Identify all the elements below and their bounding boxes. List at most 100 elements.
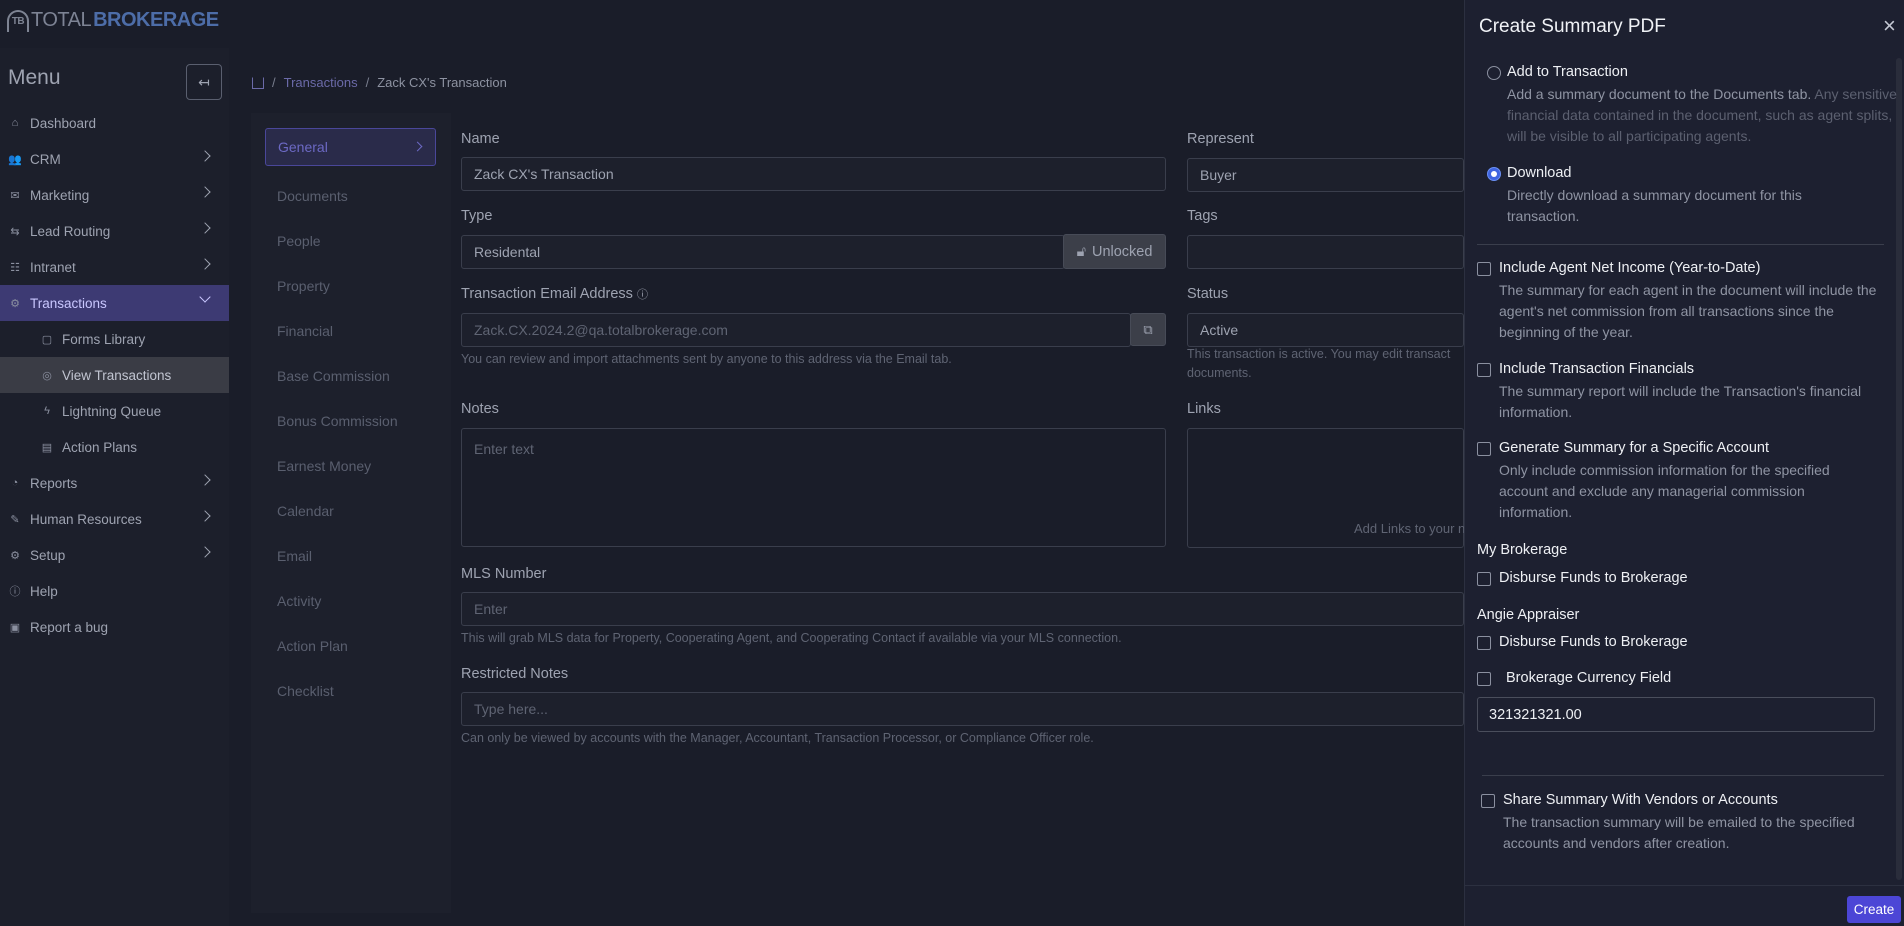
download-desc: Directly download a summary document for…: [1507, 187, 1802, 224]
disburse-funds-checkbox-2[interactable]: [1477, 636, 1491, 650]
sidebar-item-lead-routing[interactable]: ⇆ Lead Routing: [0, 213, 229, 249]
tab-property[interactable]: Property: [265, 263, 436, 308]
modal-scrollbar[interactable]: [1896, 58, 1902, 880]
collapse-sidebar-button[interactable]: ↤: [186, 64, 222, 100]
copy-icon: ⧉: [1143, 321, 1153, 337]
info-icon: ⓘ: [9, 586, 21, 598]
tab-earnest-money[interactable]: Earnest Money: [265, 443, 436, 488]
sidebar-item-report-bug[interactable]: ▣ Report a bug: [0, 609, 229, 645]
tab-activity[interactable]: Activity: [265, 578, 436, 623]
tab-checklist[interactable]: Checklist: [265, 668, 436, 713]
sidebar-item-human-resources[interactable]: ✎ Human Resources: [0, 501, 229, 537]
sidebar-item-label: Report a bug: [30, 619, 109, 635]
brokerage-heading-angie-appraiser: Angie Appraiser: [1477, 607, 1580, 623]
email-label-text: Transaction Email Address: [461, 286, 633, 302]
agent-net-income-title[interactable]: Include Agent Net Income (Year-to-Date): [1499, 260, 1760, 276]
transaction-email-field[interactable]: Zack.CX.2024.2@qa.totalbrokerage.com: [461, 313, 1131, 347]
brokerage-currency-checkbox[interactable]: [1477, 672, 1491, 686]
share-summary-desc: The transaction summary will be emailed …: [1503, 814, 1855, 851]
sidebar-item-reports[interactable]: ◔ Reports: [0, 465, 229, 501]
create-button[interactable]: Create: [1847, 896, 1901, 923]
transaction-financials-title[interactable]: Include Transaction Financials: [1499, 361, 1694, 377]
sidebar-item-action-plans[interactable]: ▤ Action Plans: [0, 429, 229, 465]
breadcrumb-link-transactions[interactable]: Transactions: [284, 75, 358, 90]
breadcrumb-current: Zack CX's Transaction: [377, 75, 507, 90]
tags-input[interactable]: [1187, 235, 1464, 269]
brokerage-currency-input[interactable]: 321321321.00: [1477, 697, 1875, 732]
represent-select[interactable]: Buyer: [1187, 158, 1464, 192]
sidebar-item-label: View Transactions: [62, 367, 172, 383]
gear-icon: ⚙: [10, 549, 20, 562]
chevron-right-icon: [199, 474, 211, 486]
modal-title: Create Summary PDF: [1479, 16, 1666, 37]
disburse-funds-label-1[interactable]: Disburse Funds to Brokerage: [1499, 570, 1688, 586]
specific-account-desc: Only include commission information for …: [1499, 462, 1830, 520]
tab-action-plan[interactable]: Action Plan: [265, 623, 436, 668]
tab-email[interactable]: Email: [265, 533, 436, 578]
sidebar-item-view-transactions[interactable]: ◎ View Transactions: [0, 357, 229, 393]
agent-net-income-checkbox[interactable]: [1477, 262, 1491, 276]
download-title[interactable]: Download: [1507, 165, 1572, 181]
type-label: Type: [461, 208, 493, 224]
tab-base-commission[interactable]: Base Commission: [265, 353, 436, 398]
tab-calendar[interactable]: Calendar: [265, 488, 436, 533]
type-select[interactable]: Residental: [461, 235, 1065, 269]
sidebar-item-help[interactable]: ⓘ Help: [0, 573, 229, 609]
sidebar-item-setup[interactable]: ⚙ Setup: [0, 537, 229, 573]
restricted-notes-input[interactable]: Type here...: [461, 692, 1464, 726]
tab-general[interactable]: General: [265, 128, 436, 166]
download-radio[interactable]: [1487, 167, 1501, 181]
notes-textarea[interactable]: Enter text: [461, 428, 1166, 547]
restricted-notes-label: Restricted Notes: [461, 666, 569, 682]
links-placeholder: Add Links to your n: [1354, 521, 1466, 536]
lock-toggle-button[interactable]: 🔓︎ Unlocked: [1063, 234, 1166, 269]
chart-icon: ◔: [11, 477, 19, 489]
close-icon[interactable]: ×: [1883, 15, 1903, 37]
transactions-icon: ⚙: [10, 297, 20, 310]
sidebar-item-marketing[interactable]: ✉ Marketing: [0, 177, 229, 213]
name-input[interactable]: Zack CX's Transaction: [461, 157, 1166, 191]
tab-documents[interactable]: Documents: [265, 173, 436, 218]
sidebar-item-dashboard[interactable]: ⌂ Dashboard: [0, 105, 229, 141]
tab-financial[interactable]: Financial: [265, 308, 436, 353]
brand-logo[interactable]: TB TOTAL BROKERAGE: [7, 9, 219, 32]
disburse-funds-checkbox-1[interactable]: [1477, 572, 1491, 586]
info-icon[interactable]: ⓘ: [637, 289, 648, 301]
modal-footer-divider: [1464, 885, 1904, 886]
unlock-icon: 🔓︎: [1076, 243, 1086, 260]
tab-people[interactable]: People: [265, 218, 436, 263]
disburse-funds-label-2[interactable]: Disburse Funds to Brokerage: [1499, 634, 1688, 650]
sidebar-item-forms-library[interactable]: ▢ Forms Library: [0, 321, 229, 357]
tab-label: General: [278, 139, 328, 155]
share-summary-title[interactable]: Share Summary With Vendors or Accounts: [1503, 792, 1778, 808]
sidebar-item-intranet[interactable]: ☷ Intranet: [0, 249, 229, 285]
add-to-transaction-title[interactable]: Add to Transaction: [1507, 64, 1628, 80]
lightning-icon: ϟ: [44, 405, 50, 417]
sidebar-item-label: Setup: [30, 547, 66, 563]
email-label: Transaction Email Address ⓘ: [461, 286, 648, 302]
status-select[interactable]: Active: [1187, 313, 1464, 347]
share-summary-checkbox[interactable]: [1481, 794, 1495, 808]
home-icon[interactable]: [252, 76, 264, 89]
document-icon: ▢: [41, 333, 53, 346]
sidebar-item-label: Human Resources: [30, 511, 142, 527]
brokerage-currency-label[interactable]: Brokerage Currency Field: [1506, 670, 1671, 686]
sidebar-item-crm[interactable]: 👥 CRM: [0, 141, 229, 177]
sidebar-item-transactions[interactable]: ⚙ Transactions: [0, 285, 229, 321]
add-to-transaction-radio[interactable]: [1487, 66, 1501, 80]
copy-email-button[interactable]: ⧉: [1130, 313, 1166, 346]
mls-input[interactable]: Enter: [461, 592, 1464, 626]
eye-icon: ◎: [42, 369, 52, 382]
users-icon: 👥: [8, 153, 22, 166]
specific-account-checkbox[interactable]: [1477, 442, 1491, 456]
sidebar: Menu ↤ ⌂ Dashboard 👥 CRM ✉ Marketing ⇆ Lead …: [0, 48, 229, 926]
bug-icon: ▣: [9, 621, 21, 634]
specific-account-title[interactable]: Generate Summary for a Specific Account: [1499, 440, 1769, 456]
logo-text-total: TOTAL: [31, 9, 92, 31]
sidebar-item-label: Dashboard: [30, 115, 97, 131]
transaction-financials-checkbox[interactable]: [1477, 363, 1491, 377]
links-box[interactable]: Add Links to your n: [1187, 428, 1466, 548]
chevron-right-icon: [412, 141, 423, 152]
sidebar-item-lightning-queue[interactable]: ϟ Lightning Queue: [0, 393, 229, 429]
tab-bonus-commission[interactable]: Bonus Commission: [265, 398, 436, 443]
